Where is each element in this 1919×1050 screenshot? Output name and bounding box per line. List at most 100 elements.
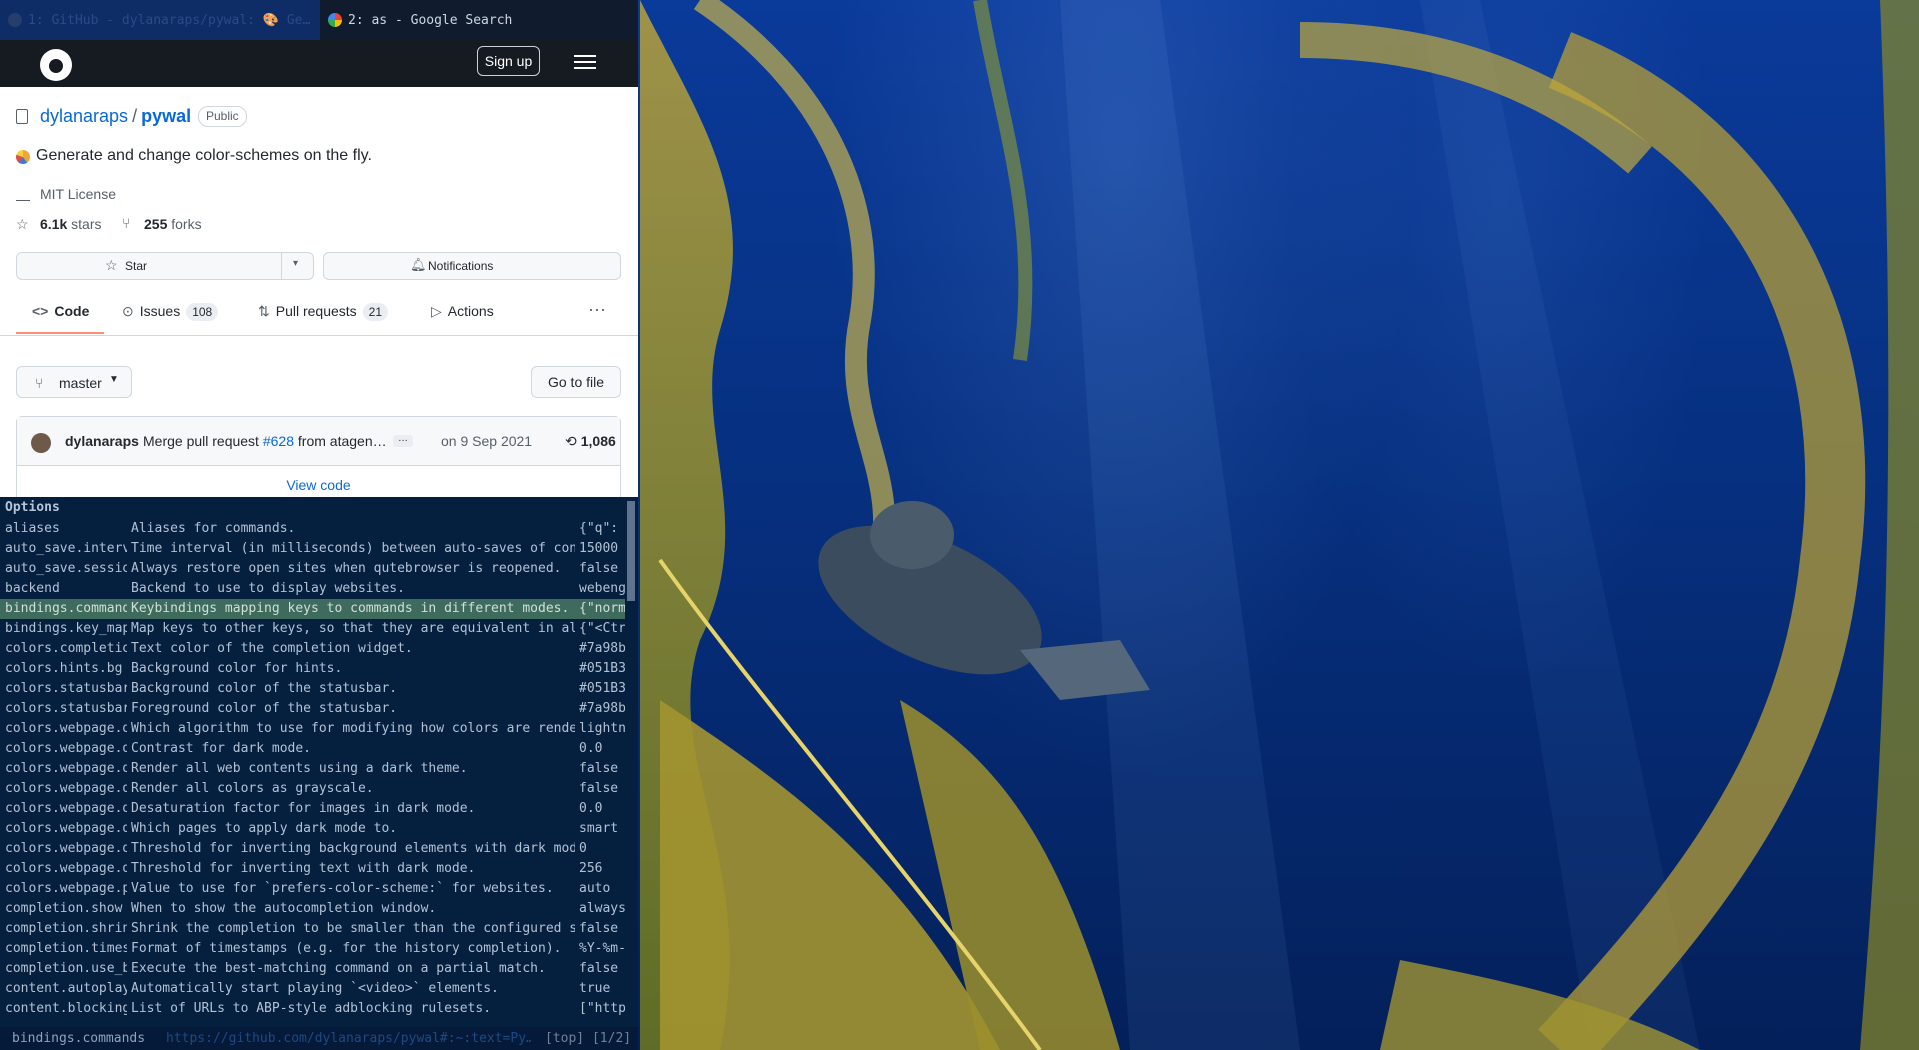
forks-link[interactable]: 255 forks xyxy=(144,216,202,232)
tab-issues[interactable]: ⊙ Issues 108 xyxy=(122,303,219,321)
branch-select-button[interactable]: ⑂ master ▼ xyxy=(16,366,132,398)
repo-owner-link[interactable]: dylanaraps xyxy=(40,106,128,126)
commit-author[interactable]: dylanaraps xyxy=(65,433,139,449)
tab-code[interactable]: <> Code xyxy=(32,303,89,319)
star-icon: ☆ xyxy=(105,257,118,273)
forks-label: forks xyxy=(171,216,202,232)
tab-github-pywal[interactable]: 1: GitHub - dylanaraps/pywal: 🎨 Ge… xyxy=(0,0,320,40)
completion-row[interactable]: content.autoplay Automatically start play… xyxy=(0,979,625,999)
stars-link[interactable]: 6.1k stars xyxy=(40,216,101,232)
hamburger-menu-icon[interactable] xyxy=(574,51,596,71)
sign-up-button[interactable]: Sign up xyxy=(477,46,540,76)
completion-row[interactable]: completion.use_best_match Execute the bes… xyxy=(0,959,625,979)
option-value: #051B3A xyxy=(579,681,625,696)
option-name: bindings.key_mappings xyxy=(5,621,127,636)
commit-date: on 9 Sep 2021 xyxy=(441,433,533,449)
option-name: content.blocking.adblock.lists xyxy=(5,1001,127,1016)
option-name: colors.webpage.darkmode.enabled xyxy=(5,761,127,776)
completion-row[interactable]: completion.timestamp_format Format of tim… xyxy=(0,939,625,959)
fork-icon: ⑂ xyxy=(122,215,131,231)
option-name: aliases xyxy=(5,521,60,536)
completion-row[interactable]: colors.webpage.darkmode.algorithm Which a… xyxy=(0,719,625,739)
completion-row[interactable]: completion.show When to show the autocomp… xyxy=(0,899,625,919)
commit-header: dylanaraps Merge pull request #628 from … xyxy=(17,417,620,466)
option-value: false xyxy=(579,921,619,936)
completion-row[interactable]: colors.webpage.darkmode.grayscale.all Ren… xyxy=(0,779,625,799)
option-value: #7a98b4 xyxy=(579,641,625,656)
view-code-link[interactable]: View code xyxy=(17,477,620,493)
statusbar: bindings.commands https://github.com/dyl… xyxy=(0,1027,638,1050)
option-value: {"q": None, "qa": None} xyxy=(579,521,619,536)
tab-google-search[interactable]: 2: as - Google Search xyxy=(320,0,638,40)
option-value: #7a98b4 xyxy=(579,701,625,716)
commit-count-link[interactable]: ⟲ 1,086 xyxy=(565,433,616,450)
option-description: Foreground color of the statusbar. xyxy=(131,701,398,716)
option-name: colors.webpage.darkmode.threshold.backgr… xyxy=(5,841,127,856)
bell-icon: 🔔︎ xyxy=(410,257,427,272)
completion-row[interactable]: colors.webpage.preferred_color_scheme Val… xyxy=(0,879,625,899)
avatar[interactable] xyxy=(31,433,51,453)
license-link[interactable]: MIT License xyxy=(40,186,116,202)
option-name: auto_save.interval xyxy=(5,541,127,556)
notifications-button[interactable]: 🔔︎ Notifications xyxy=(323,252,621,280)
visibility-badge: Public xyxy=(198,106,247,127)
option-value: %Y-%m-%d %H:%M xyxy=(579,941,625,956)
repo-name-link[interactable]: pywal xyxy=(141,106,191,126)
branch-name: master xyxy=(59,375,102,391)
more-tabs-icon[interactable]: ··· xyxy=(588,299,606,320)
completion-row[interactable]: colors.webpage.darkmode.contrast Contrast… xyxy=(0,739,625,759)
repo-icon xyxy=(16,109,28,124)
command-input[interactable]: bindings.commands xyxy=(12,1027,145,1050)
completion-row[interactable]: colors.webpage.darkmode.grayscale.images… xyxy=(0,799,625,819)
completion-row[interactable]: content.blocking.adblock.lists List of UR… xyxy=(0,999,625,1019)
completion-row[interactable]: bindings.key_mappings Map keys to other k… xyxy=(0,619,625,639)
completion-row[interactable]: bindings.commands Keybindings mapping key… xyxy=(0,599,625,619)
option-description: Render all web contents using a dark the… xyxy=(131,761,468,776)
option-description: Automatically start playing `<video>` el… xyxy=(131,981,499,996)
option-description: Always restore open sites when qutebrows… xyxy=(131,561,562,576)
option-description: Threshold for inverting text with dark m… xyxy=(131,861,476,876)
tab-label: 2: as - Google Search xyxy=(348,12,513,28)
completion-row[interactable]: colors.webpage.darkmode.enabled Render al… xyxy=(0,759,625,779)
active-tab-underline xyxy=(16,332,104,334)
issues-count: 108 xyxy=(186,303,219,321)
go-to-file-button[interactable]: Go to file xyxy=(531,366,621,398)
tab-code-label: Code xyxy=(54,303,90,319)
completion-row[interactable]: colors.webpage.darkmode.threshold.backgr… xyxy=(0,839,625,859)
completion-row[interactable]: backend Backend to use to display website… xyxy=(0,579,625,599)
completion-row[interactable]: auto_save.session Always restore open sit… xyxy=(0,559,625,579)
option-description: Backend to use to display websites. xyxy=(131,581,405,596)
option-description: Which algorithm to use for modifying how… xyxy=(131,721,575,736)
completion-row[interactable]: colors.statusbar.normal.bg Background col… xyxy=(0,679,625,699)
completion-row[interactable]: colors.hints.bg Background color for hint… xyxy=(0,659,625,679)
option-name: colors.statusbar.normal.bg xyxy=(5,681,127,696)
option-value: false xyxy=(579,961,619,976)
completion-row[interactable]: completion.shrink Shrink the completion t… xyxy=(0,919,625,939)
option-value: 0 xyxy=(579,841,587,856)
tab-label: 1: GitHub - dylanaraps/pywal: 🎨 Ge… xyxy=(28,12,311,28)
completion-scrollbar[interactable] xyxy=(627,501,635,601)
completion-row[interactable]: aliases Aliases for commands. {"q": None, … xyxy=(0,519,625,539)
star-button[interactable]: ☆ Star ▾ xyxy=(16,252,314,280)
star-list-dropdown-icon[interactable]: ▾ xyxy=(293,258,298,269)
completion-row[interactable]: colors.completion.fg Text color of the co… xyxy=(0,639,625,659)
option-name: bindings.commands xyxy=(5,601,127,616)
commit-message[interactable]: Merge pull request #628 from atagen… xyxy=(143,433,387,449)
browser-window: 1: GitHub - dylanaraps/pywal: 🎨 Ge… 2: a… xyxy=(0,0,638,1050)
github-logo-icon[interactable] xyxy=(40,49,72,81)
completion-row[interactable]: colors.webpage.darkmode.threshold.text Th… xyxy=(0,859,625,879)
pull-request-link[interactable]: #628 xyxy=(263,433,294,449)
completion-row[interactable]: auto_save.interval Time interval (in mill… xyxy=(0,539,625,559)
option-value: ["https://easylist.to"] xyxy=(579,1001,625,1016)
tab-actions[interactable]: ▷ Actions xyxy=(431,303,494,320)
option-description: Shrink the completion to be smaller than… xyxy=(131,921,575,936)
tab-pull-requests[interactable]: ⇅ Pull requests 21 xyxy=(258,303,389,321)
option-name: completion.use_best_match xyxy=(5,961,127,976)
completion-row[interactable]: colors.statusbar.normal.fg Foreground col… xyxy=(0,699,625,719)
repo-description: Generate and change color-schemes on the… xyxy=(36,147,372,164)
expand-commit-button[interactable]: … xyxy=(393,434,413,447)
option-name: colors.completion.fg xyxy=(5,641,127,656)
option-description: Background color for hints. xyxy=(131,661,343,676)
completion-row[interactable]: colors.webpage.darkmode.policy.page Which… xyxy=(0,819,625,839)
option-name: colors.webpage.darkmode.contrast xyxy=(5,741,127,756)
